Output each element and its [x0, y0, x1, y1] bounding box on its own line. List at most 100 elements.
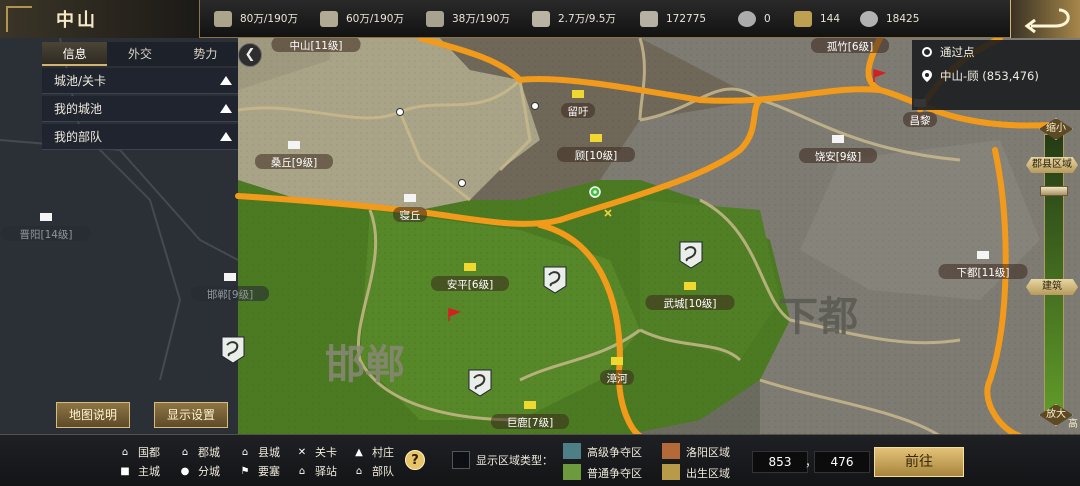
legend-item: ✕ 关卡 — [295, 445, 337, 461]
zoom-slider-track[interactable] — [1044, 134, 1064, 414]
city-name: 留吁 — [568, 105, 589, 118]
city-name: 中山 — [56, 9, 98, 31]
city-name: 昌黎 — [910, 114, 931, 127]
city-icon — [572, 90, 584, 98]
location-row[interactable]: 中山-顾 (853,476) — [912, 64, 1080, 88]
tab-info[interactable]: 信息 — [42, 42, 108, 66]
city-name: 桑丘[9级] — [271, 157, 317, 169]
go-to-button[interactable]: 前往 — [874, 447, 964, 477]
iron-icon — [532, 10, 550, 27]
branch-city-icon: ● — [180, 466, 190, 477]
legend-item: ■ 主城 — [118, 464, 160, 480]
coord-y-input[interactable]: 476 — [814, 451, 870, 473]
region-label-handan: 邯郸 — [325, 341, 405, 388]
wood-icon — [320, 10, 338, 27]
post-station-icon: ⌂ — [298, 466, 306, 477]
city-name: 饶安[9级] — [815, 150, 861, 163]
list-item-my-troops[interactable]: 我的部队 — [42, 124, 238, 150]
city-name: 孤竹[6级] — [827, 40, 873, 53]
resource-gold-ingot[interactable]: 144 — [794, 10, 852, 27]
legend-label: 要塞 — [258, 465, 280, 478]
legend-item: ▲ 村庄 — [352, 445, 394, 461]
list-item-label: 我的部队 — [54, 130, 103, 144]
resource-silver-bowl[interactable]: 18425 — [860, 10, 930, 27]
expand-triangle-icon — [220, 132, 232, 141]
resource-wheat[interactable]: 80万/190万 — [214, 10, 312, 27]
resource-value: 60万/190万 — [346, 13, 404, 25]
resource-stone[interactable]: 38万/190万 — [426, 10, 524, 27]
legend-label: 关卡 — [315, 446, 337, 459]
legend-item: ⌂ 县城 — [238, 445, 280, 461]
resource-copper-coin[interactable]: 0 — [738, 10, 786, 27]
fortress-icon: ⚑ — [240, 466, 250, 477]
list-item-label: 城池/关卡 — [54, 74, 107, 88]
city-name: 武城[10级] — [663, 297, 716, 310]
resource-feather[interactable]: 172775 — [640, 10, 730, 27]
pass-icon: ✕ — [297, 447, 307, 458]
city-icon — [832, 135, 844, 143]
region-label: 洛阳区域 — [686, 446, 730, 459]
zoom-slider-thumb[interactable] — [1040, 186, 1068, 196]
copper-coin-icon — [738, 10, 756, 27]
region-swatch[interactable] — [563, 443, 581, 459]
tab-diplomacy[interactable]: 外交 — [107, 42, 172, 66]
back-arrow-icon — [1024, 8, 1070, 34]
location-pin-icon — [922, 70, 932, 82]
list-item-my-cities[interactable]: 我的城池 — [42, 96, 238, 122]
city-icon — [977, 251, 989, 259]
tab-faction[interactable]: 势力 — [173, 42, 238, 66]
legend-label: 县城 — [258, 446, 280, 459]
region-type-label: 显示区域类型： — [476, 454, 553, 467]
region-label: 高级争夺区 — [587, 446, 642, 459]
region-swatch[interactable] — [563, 464, 581, 480]
region-swatch[interactable] — [662, 443, 680, 459]
legend-item: ⚑ 要塞 — [238, 464, 280, 480]
resource-wood[interactable]: 60万/190万 — [320, 10, 418, 27]
waypoint-circle-icon — [922, 47, 932, 57]
legend-item: ⌂ 驿站 — [295, 464, 337, 480]
region-swatch[interactable] — [662, 464, 680, 480]
show-region-type-checkbox[interactable] — [452, 451, 470, 469]
city-name: 晋阳[14级] — [19, 229, 72, 241]
waypoint-panel: 通过点 中山-顾 (853,476) — [912, 40, 1080, 110]
collapse-panel-button[interactable]: ❮ — [238, 43, 262, 67]
resource-value: 38万/190万 — [452, 13, 510, 25]
corner-ornament — [6, 5, 32, 32]
legend-help-button[interactable]: ? — [405, 450, 425, 470]
city-icon — [224, 273, 236, 281]
info-tabs: 信息 外交 势力 — [42, 42, 238, 66]
top-bar: 中山 80万/190万 60万/190万 38万/190万 2.7万/9.5万 1727… — [0, 0, 1080, 38]
county-icon: ⌂ — [241, 447, 249, 458]
legend-label: 分城 — [198, 465, 220, 478]
city-icon — [464, 263, 476, 271]
city-icon — [684, 282, 696, 290]
waypoint-row[interactable]: 通过点 — [912, 40, 1080, 64]
troop-icon: ⌂ — [355, 466, 363, 477]
resource-value: 18425 — [886, 12, 920, 25]
expand-triangle-icon — [220, 76, 232, 85]
legend-label: 主城 — [138, 465, 160, 478]
legend-label: 村庄 — [372, 446, 394, 459]
region-label: 出生区域 — [686, 467, 730, 480]
resource-value: 144 — [820, 12, 841, 25]
capital-icon: ⌂ — [121, 447, 129, 458]
region-label: 普通争夺区 — [587, 467, 642, 480]
list-item-cities-passes[interactable]: 城池/关卡 — [42, 68, 238, 94]
city-icon — [404, 194, 416, 202]
expand-triangle-icon — [220, 104, 232, 113]
display-settings-button[interactable]: 显示设置 — [154, 402, 228, 428]
map-help-button[interactable]: 地图说明 — [56, 402, 130, 428]
zoom-level-building[interactable]: 建筑 — [1026, 279, 1078, 295]
resource-value: 2.7万/9.5万 — [558, 13, 616, 25]
coord-x-input[interactable]: 853 — [752, 451, 808, 473]
legend-item: ● 分城 — [178, 464, 220, 480]
zoom-level-county[interactable]: 郡县区域 — [1026, 157, 1078, 173]
back-button[interactable] — [1010, 0, 1080, 38]
city-name: 寝丘 — [400, 209, 421, 222]
city-icon — [590, 134, 602, 142]
legend-item: ⌂ 郡城 — [178, 445, 220, 461]
resource-value: 80万/190万 — [240, 13, 298, 25]
current-city-title[interactable]: 中山 — [0, 0, 200, 38]
resource-iron[interactable]: 2.7万/9.5万 — [532, 10, 632, 27]
village-icon: ▲ — [355, 447, 363, 458]
